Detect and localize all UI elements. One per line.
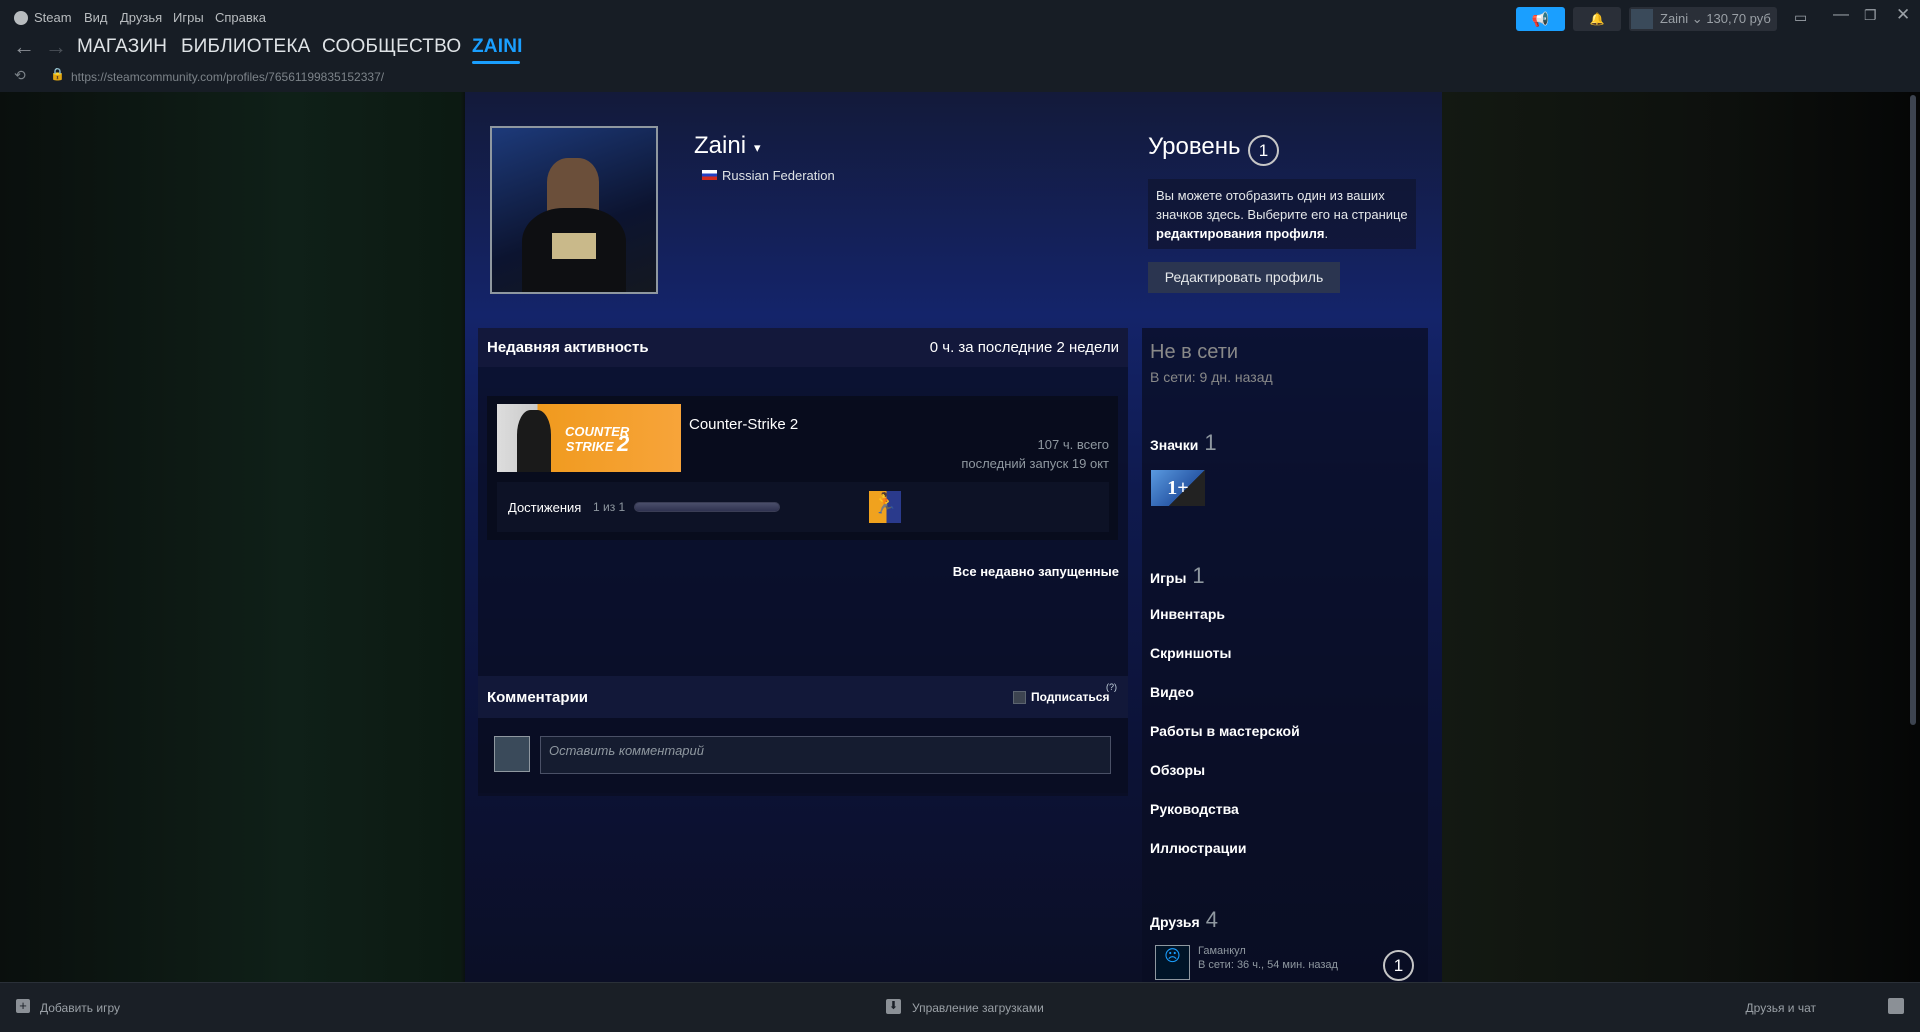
profile-name[interactable]: Zaini xyxy=(694,132,746,160)
screenshots-link[interactable]: Скриншоты xyxy=(1150,645,1231,661)
profile-country: Russian Federation xyxy=(722,168,835,183)
big-picture-icon[interactable]: ▭ xyxy=(1794,9,1807,26)
edit-profile-link[interactable]: редактирования профиля xyxy=(1156,226,1324,241)
name-dropdown-icon[interactable]: ▾ xyxy=(754,140,761,156)
friends-link[interactable]: Друзья 4 xyxy=(1150,907,1218,933)
friends-count: 4 xyxy=(1205,907,1218,932)
profile-avatar xyxy=(490,126,658,294)
menu-games[interactable]: Игры xyxy=(173,10,204,25)
subscribe-label[interactable]: Подписаться xyxy=(1031,690,1109,704)
back-icon[interactable]: ← xyxy=(13,34,35,60)
achievements-count: 1 из 1 xyxy=(593,500,626,514)
games-link[interactable]: Игры 1 xyxy=(1150,563,1205,589)
friend-level-badge: 1 xyxy=(1383,950,1414,981)
friend-name[interactable]: Гаманкул xyxy=(1198,945,1246,957)
activity-header: Недавняя активность 0 ч. за последние 2 … xyxy=(478,328,1128,367)
guides-link[interactable]: Руководства xyxy=(1150,801,1239,817)
nav-store[interactable]: МАГАЗИН xyxy=(77,36,167,58)
badge-info-text: Вы можете отобразить один из ваших значк… xyxy=(1156,188,1408,222)
game-capsule[interactable]: COUNTER STRIKE 2 xyxy=(497,404,681,472)
inventory-link[interactable]: Инвентарь xyxy=(1150,606,1225,622)
status-text: Не в сети xyxy=(1150,341,1239,363)
lock-icon: 🔒 xyxy=(50,67,65,81)
games-label: Игры xyxy=(1150,570,1187,586)
badge-icon[interactable]: 1+ xyxy=(1151,470,1205,506)
activity-title: Недавняя активность xyxy=(487,339,649,356)
nav-community[interactable]: СООБЩЕСТВО xyxy=(322,36,461,58)
last-online: В сети: 9 дн. назад xyxy=(1150,369,1273,385)
badges-label: Значки xyxy=(1150,437,1199,453)
achievement-icon[interactable]: 🏃 xyxy=(869,491,901,523)
subscribe-checkbox[interactable] xyxy=(1013,691,1026,704)
badges-count: 1 xyxy=(1204,430,1217,455)
nav-user[interactable]: ZAINI xyxy=(472,36,523,58)
downloads-button[interactable]: Управление загрузками xyxy=(912,1001,1044,1015)
account-avatar xyxy=(1631,9,1653,29)
games-count: 1 xyxy=(1192,563,1205,588)
menu-steam[interactable]: Steam xyxy=(34,10,72,25)
bell-icon: 🔔 xyxy=(1589,12,1605,26)
subscribe-help[interactable]: (?) xyxy=(1106,682,1117,692)
page-background-right xyxy=(1442,92,1920,982)
game-total-hours: 107 ч. всего xyxy=(1037,437,1109,452)
account-balance: 130,70 руб xyxy=(1706,11,1771,26)
commenter-avatar xyxy=(494,736,530,772)
friends-chat-button[interactable]: Друзья и чат xyxy=(1746,1001,1816,1015)
url-bar[interactable]: https://steamcommunity.com/profiles/7656… xyxy=(71,70,384,84)
add-game-icon: + xyxy=(16,999,30,1013)
reload-icon[interactable]: ⟲ xyxy=(14,67,26,84)
friends-label: Друзья xyxy=(1150,914,1200,930)
forward-icon[interactable]: → xyxy=(45,34,67,60)
megaphone-icon: 📢 xyxy=(1531,11,1550,27)
menu-friends[interactable]: Друзья xyxy=(120,10,162,25)
level-badge: 1 xyxy=(1248,135,1279,166)
achievements-row xyxy=(497,482,1109,532)
notifications-button[interactable]: 🔔 xyxy=(1573,7,1621,31)
steam-logo-icon xyxy=(14,11,28,25)
game-last-played: последний запуск 19 окт xyxy=(961,456,1109,471)
scrollbar[interactable] xyxy=(1910,95,1916,725)
announcements-button[interactable]: 📢 xyxy=(1516,7,1565,31)
friend-status: В сети: 36 ч., 54 мин. назад xyxy=(1198,959,1338,971)
reviews-link[interactable]: Обзоры xyxy=(1150,762,1205,778)
nav-library[interactable]: БИБЛИОТЕКА xyxy=(181,36,311,58)
artwork-link[interactable]: Иллюстрации xyxy=(1150,840,1246,856)
menu-view[interactable]: Вид xyxy=(84,10,108,25)
friend-avatar[interactable]: ☹ xyxy=(1155,945,1190,980)
friends-chat-icon[interactable] xyxy=(1888,998,1904,1014)
account-name: Zaini xyxy=(1660,11,1689,26)
active-tab-underline xyxy=(472,61,520,64)
minimize-icon[interactable]: — xyxy=(1833,6,1849,24)
badge-info-end: . xyxy=(1324,226,1329,241)
add-game-button[interactable]: Добавить игру xyxy=(40,1001,120,1015)
activity-hours: 0 ч. за последние 2 недели xyxy=(929,339,1119,356)
videos-link[interactable]: Видео xyxy=(1150,684,1194,700)
menu-help[interactable]: Справка xyxy=(215,10,266,25)
comment-input[interactable]: Оставить комментарий xyxy=(540,736,1111,774)
achievements-progress xyxy=(634,502,780,512)
close-icon[interactable]: ✕ xyxy=(1896,5,1910,25)
account-menu[interactable]: Zaini ⌄ 130,70 руб xyxy=(1629,7,1777,31)
comments-title: Комментарии xyxy=(487,689,589,706)
badge-info-box: Вы можете отобразить один из ваших значк… xyxy=(1148,179,1416,249)
achievements-label[interactable]: Достижения xyxy=(508,500,581,515)
badges-link[interactable]: Значки 1 xyxy=(1150,430,1217,456)
flag-icon xyxy=(702,170,717,180)
game-name[interactable]: Counter-Strike 2 xyxy=(689,416,798,433)
edit-profile-button[interactable]: Редактировать профиль xyxy=(1148,262,1340,293)
workshop-link[interactable]: Работы в мастерской xyxy=(1150,723,1300,739)
downloads-icon: ⬇ xyxy=(886,999,901,1014)
all-recent-link[interactable]: Все недавно запущенные xyxy=(953,564,1119,579)
game-logo-text: COUNTER STRIKE 2 xyxy=(565,424,630,456)
level-label: Уровень xyxy=(1148,133,1241,160)
restore-icon[interactable]: ❐ xyxy=(1864,7,1877,24)
